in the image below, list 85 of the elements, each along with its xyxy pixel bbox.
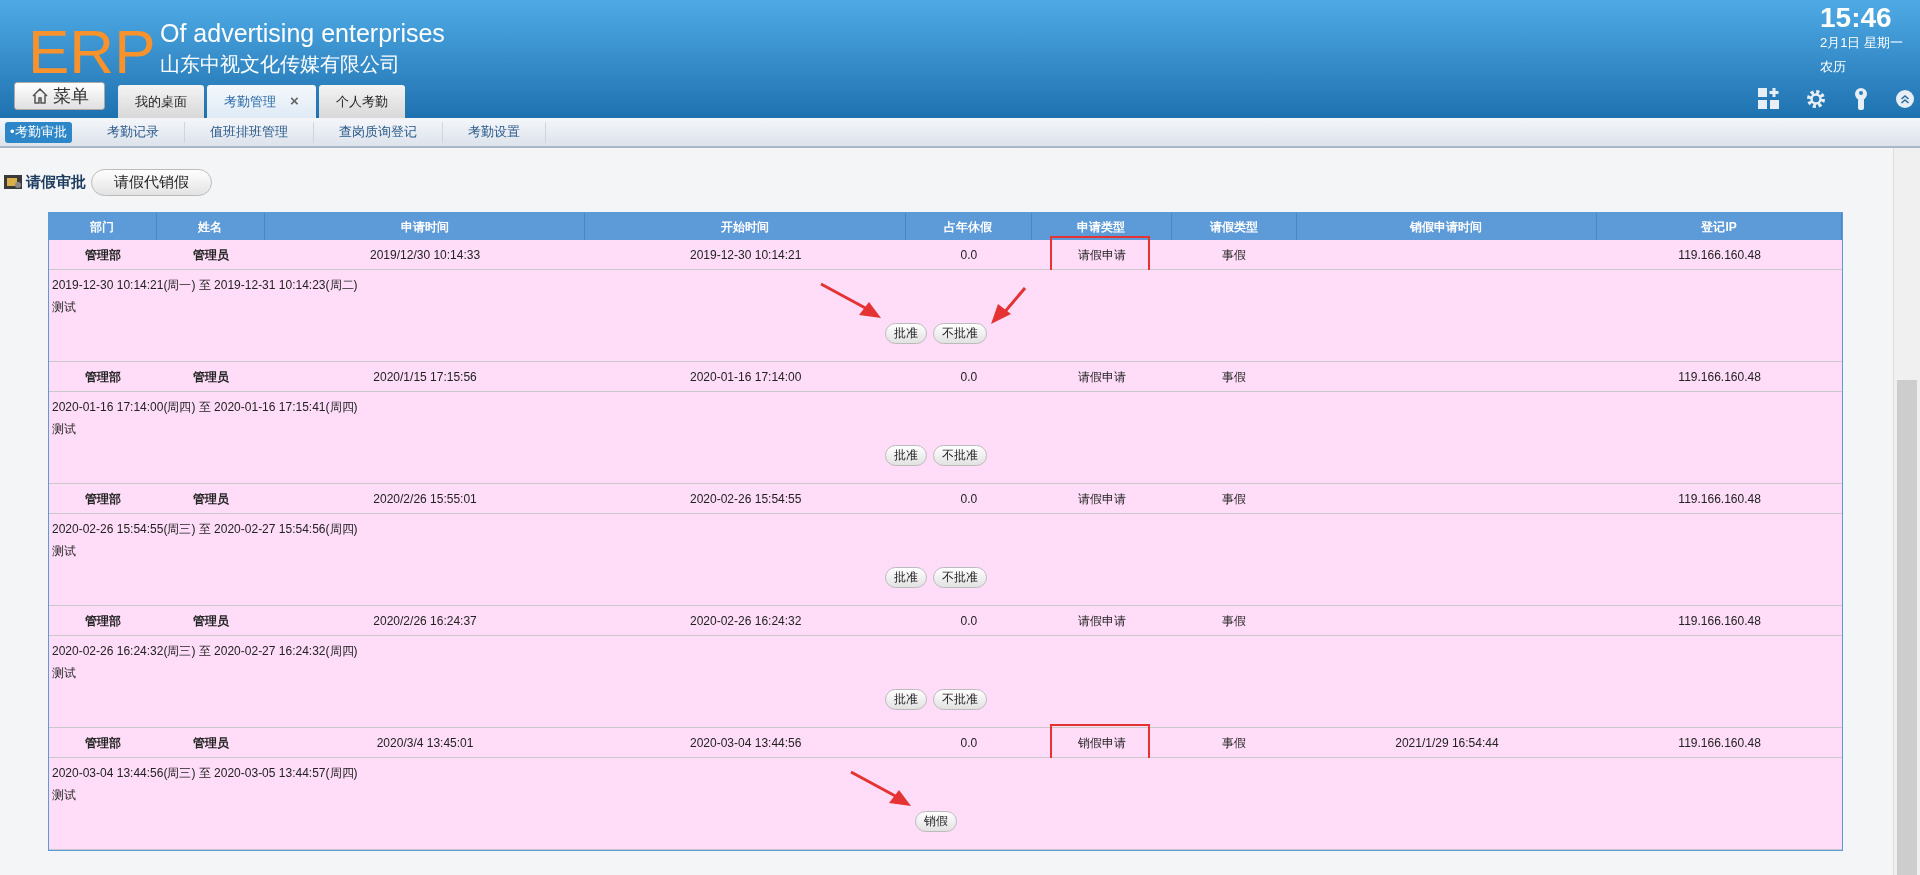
proxy-cancel-leave-button[interactable]: 请假代销假 bbox=[91, 168, 212, 196]
table-cell-text: 管理员 bbox=[192, 368, 229, 386]
table-cell-text: 管理部 bbox=[84, 490, 121, 508]
close-icon[interactable]: × bbox=[290, 90, 299, 113]
leave-note: 测试 bbox=[52, 543, 77, 559]
clock-date: 2月1日 星期一 bbox=[1820, 34, 1904, 52]
tab[interactable]: 我的桌面 bbox=[118, 85, 204, 118]
table-cell-text: 请假申请 bbox=[1077, 246, 1126, 264]
table-cell-text: 管理员 bbox=[192, 612, 229, 630]
page-title: 请假审批 bbox=[26, 171, 86, 192]
home-icon bbox=[30, 87, 49, 105]
leave-note: 测试 bbox=[52, 665, 77, 681]
action-button[interactable]: 不批准 bbox=[932, 688, 987, 710]
table-cell-text: 事假 bbox=[1222, 368, 1247, 386]
collapse-icon[interactable] bbox=[1896, 90, 1914, 108]
action-button[interactable]: 批准 bbox=[884, 566, 927, 588]
sub-navigation-item[interactable]: 值班排班管理 bbox=[184, 121, 314, 143]
table-cell-text: 事假 bbox=[1222, 734, 1247, 752]
table-cell-text: 请假申请 bbox=[1077, 368, 1126, 386]
table-cell-text: 销假申请 bbox=[1077, 734, 1126, 752]
table-cell-text: 2020-01-16 17:14:00 bbox=[690, 368, 802, 386]
table-cell-text: 管理部 bbox=[84, 368, 121, 386]
table-cell-text: 请假申请 bbox=[1077, 612, 1126, 630]
sub-navigation-item[interactable]: 查岗质询登记 bbox=[313, 121, 443, 143]
scrollbar-thumb[interactable] bbox=[1897, 380, 1917, 875]
table-cell-text: 0.0 bbox=[960, 246, 978, 264]
leave-period: 2019-12-30 10:14:21(周一) 至 2019-12-31 10:14:23(周二) bbox=[52, 277, 359, 293]
table-cell-text: 事假 bbox=[1222, 490, 1247, 508]
leave-period: 2020-01-16 17:14:00(周四) 至 2020-01-16 17:15:41(周四) bbox=[52, 399, 359, 415]
table-cell-text: 119.166.160.48 bbox=[1678, 734, 1761, 752]
table-cell-text: 2020-02-26 16:24:32 bbox=[690, 612, 802, 630]
table-cell-text: 119.166.160.48 bbox=[1678, 246, 1761, 264]
table-cell-text: 2020/1/15 17:15:56 bbox=[373, 368, 477, 386]
table-cell-text: 119.166.160.48 bbox=[1678, 490, 1761, 508]
clock-time: 15:46 bbox=[1820, 2, 1892, 34]
table-cell-text: 管理部 bbox=[84, 612, 121, 630]
table-cell-text: 0.0 bbox=[960, 734, 978, 752]
leave-note: 测试 bbox=[52, 299, 77, 315]
approval-icon bbox=[3, 173, 23, 191]
tab[interactable]: 个人考勤 bbox=[318, 85, 405, 118]
app-title: Of advertising enterprises bbox=[160, 18, 445, 48]
action-button[interactable]: 不批准 bbox=[932, 322, 987, 344]
table-cell-text: 2020/2/26 16:24:37 bbox=[373, 612, 477, 630]
action-button[interactable]: 批准 bbox=[884, 444, 927, 466]
table-cell-text: 管理部 bbox=[84, 246, 121, 264]
settings-icon[interactable] bbox=[1806, 89, 1826, 109]
table-cell-text: 2020/2/26 15:55:01 bbox=[373, 490, 477, 508]
table-cell-text: 2019-12-30 10:14:21 bbox=[690, 246, 802, 264]
table-cell-text: 0.0 bbox=[960, 612, 978, 630]
table-cell-text: 事假 bbox=[1222, 612, 1247, 630]
table-cell-text: 管理员 bbox=[192, 246, 229, 264]
table-cell-text: 2021/1/29 16:54:44 bbox=[1395, 734, 1499, 752]
leave-period: 2020-03-04 13:44:56(周三) 至 2020-03-05 13:44:57(周四) bbox=[52, 765, 359, 781]
add-widget-icon[interactable] bbox=[1758, 88, 1780, 110]
leave-note: 测试 bbox=[52, 787, 77, 803]
table-cell-text: 管理员 bbox=[192, 734, 229, 752]
lunar-calendar: 农历 bbox=[1820, 58, 1846, 76]
table-cell-text: 119.166.160.48 bbox=[1678, 612, 1761, 630]
action-button[interactable]: 销假 bbox=[914, 810, 957, 832]
table-cell-text: 0.0 bbox=[960, 490, 978, 508]
table-cell-text: 119.166.160.48 bbox=[1678, 368, 1761, 386]
table-cell-text: 管理部 bbox=[84, 734, 121, 752]
tab[interactable]: 考勤管理 × bbox=[207, 85, 316, 118]
leave-period: 2020-02-26 15:54:55(周三) 至 2020-02-27 15:54:56(周四) bbox=[52, 521, 359, 537]
table-cell-text: 2020-03-04 13:44:56 bbox=[690, 734, 802, 752]
action-button[interactable]: 不批准 bbox=[932, 444, 987, 466]
leave-note: 测试 bbox=[52, 421, 77, 437]
menu-button[interactable]: 菜单 bbox=[14, 82, 105, 110]
sub-navigation-item[interactable]: •考勤审批 bbox=[5, 121, 72, 143]
sub-navigation-item[interactable]: 考勤设置 bbox=[442, 121, 546, 143]
table-cell-text: 请假申请 bbox=[1077, 490, 1126, 508]
company-name: 山东中视文化传媒有限公司 bbox=[160, 52, 400, 77]
table-cell-text: 2019/12/30 10:14:33 bbox=[370, 246, 481, 264]
action-button[interactable]: 不批准 bbox=[932, 566, 987, 588]
table-cell-text: 管理员 bbox=[192, 490, 229, 508]
action-button[interactable]: 批准 bbox=[884, 688, 927, 710]
table-cell-text: 0.0 bbox=[960, 368, 978, 386]
action-button[interactable]: 批准 bbox=[884, 322, 927, 344]
scrollbar[interactable] bbox=[1893, 148, 1920, 875]
key-icon[interactable] bbox=[1852, 88, 1870, 110]
table-cell-text: 2020-02-26 15:54:55 bbox=[690, 490, 802, 508]
sub-navigation-item[interactable]: 考勤记录 bbox=[81, 121, 185, 143]
table-cell-text: 2020/3/4 13:45:01 bbox=[376, 734, 474, 752]
table-cell-text: 事假 bbox=[1222, 246, 1247, 264]
leave-period: 2020-02-26 16:24:32(周三) 至 2020-02-27 16:24:32(周四) bbox=[52, 643, 359, 659]
